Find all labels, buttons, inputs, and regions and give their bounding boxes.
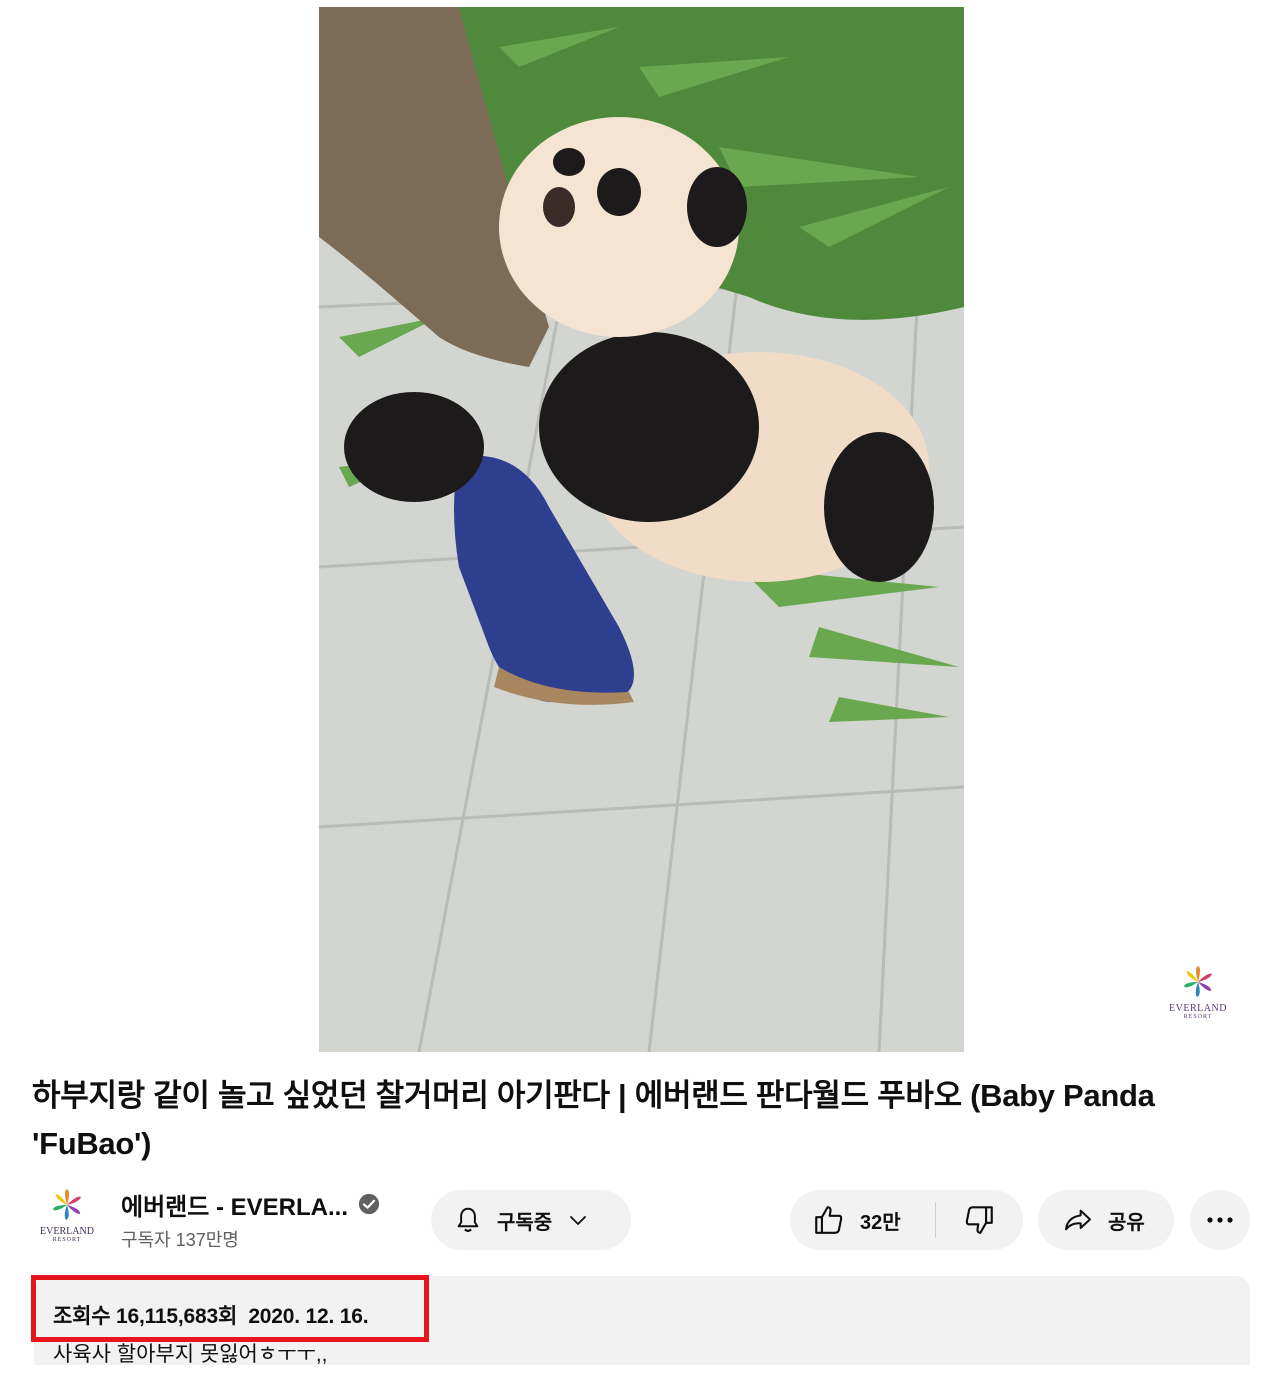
bell-icon (457, 1207, 479, 1232)
subscriber-count: 구독자 137만명 (121, 1230, 239, 1250)
channel-watermark: EVERLAND RESORT (1168, 965, 1228, 1027)
avatar-text: EVERLAND (40, 1226, 94, 1237)
description-clip (34, 1365, 1250, 1385)
channel-name[interactable]: 에버랜드 - EVERLA... (121, 1187, 348, 1222)
thumbs-down-icon (965, 1206, 993, 1234)
like-count: 32만 (860, 1211, 901, 1234)
dislike-button[interactable] (936, 1190, 1022, 1250)
subscribed-label: 구독중 (497, 1211, 553, 1234)
everland-flower-logo-icon (53, 1189, 81, 1220)
more-actions-button[interactable] (1190, 1190, 1250, 1250)
like-button[interactable]: 32만 (790, 1190, 935, 1250)
video-thumbnail-image (319, 7, 964, 1052)
view-count-and-date: 조회수 16,115,683회 2020. 12. 16. (53, 1305, 369, 1328)
watermark-subtext: RESORT (1183, 1014, 1213, 1020)
everland-flower-logo-icon (1184, 966, 1212, 997)
video-frame[interactable] (319, 7, 964, 1052)
video-title: 하부지랑 같이 놀고 싶었던 찰거머리 아기판다 | 에버랜드 판다월드 푸바오… (32, 1078, 1155, 1161)
description-text: 사육사 할아부지 못잃어ㅎㅜㅜ,, (53, 1343, 328, 1366)
avatar-subtext: RESORT (52, 1237, 82, 1243)
channel-name-row: 에버랜드 - EVERLA... (121, 1187, 380, 1222)
video-player[interactable]: EVERLAND RESORT (0, 0, 1280, 1060)
subscribed-button[interactable]: 구독중 (431, 1190, 631, 1250)
chevron-down-icon (570, 1216, 587, 1225)
channel-avatar[interactable]: EVERLAND RESORT (32, 1188, 102, 1248)
more-horizontal-icon (1207, 1217, 1233, 1223)
like-dislike-group: 32만 (790, 1190, 1023, 1250)
share-label: 공유 (1108, 1211, 1145, 1234)
watermark-text: EVERLAND (1169, 1003, 1227, 1014)
share-arrow-icon (1065, 1209, 1091, 1231)
thumbs-up-icon (815, 1206, 843, 1234)
verified-check-icon (358, 1193, 380, 1215)
share-button[interactable]: 공유 (1038, 1190, 1174, 1250)
